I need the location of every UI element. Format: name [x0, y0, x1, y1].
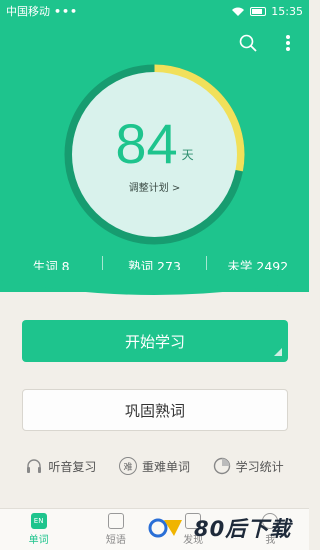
- headphones-icon: [27, 459, 42, 473]
- listen-review-label: 听音复习: [48, 459, 97, 474]
- site-watermark: 80后下载: [148, 512, 298, 544]
- battery-icon: [250, 6, 267, 16]
- words-tab-icon: EN: [30, 513, 47, 529]
- status-bar: 中国移动 ••• 15:35: [0, 0, 309, 22]
- nav-tab-words[interactable]: EN 单词: [0, 509, 77, 550]
- review-familiar-label: 巩固熟词: [124, 401, 185, 420]
- study-stats-label: 学习统计: [235, 459, 284, 474]
- more-menu-icon[interactable]: [277, 32, 299, 54]
- plan-hero: 84 天 调整计划 > 生词 8 熟词 273 未学 2492: [0, 22, 309, 292]
- hero-curve: [0, 270, 309, 295]
- nav-tab-phrases-label: 短语: [105, 535, 126, 546]
- corner-triangle-icon: [274, 348, 282, 356]
- review-familiar-button[interactable]: 巩固熟词: [22, 389, 288, 431]
- hard-words-icon: 难: [118, 457, 137, 475]
- nav-tab-words-label: 单词: [28, 535, 49, 546]
- watermark-logo-icon: [148, 518, 182, 538]
- watermark-text: 80后下载: [194, 517, 292, 541]
- carrier-name: 中国移动: [6, 5, 50, 18]
- study-stats-tool[interactable]: 学习统计: [213, 457, 284, 475]
- notification-dots: •••: [54, 4, 79, 18]
- tools-row: 听音复习 难 重难单词 学习统计: [0, 457, 309, 475]
- start-learning-button[interactable]: 开始学习: [22, 320, 288, 362]
- stats-clock-icon: [213, 457, 230, 475]
- wifi-icon: [232, 7, 245, 16]
- nav-tab-phrases[interactable]: 短语: [77, 509, 154, 550]
- phrases-tab-icon: [107, 513, 124, 529]
- plan-summary: 84 天 调整计划 >: [72, 72, 237, 237]
- days-unit: 天: [181, 148, 194, 162]
- hard-words-label: 重难单词: [141, 459, 190, 474]
- clock: 15:35: [271, 4, 303, 18]
- hard-words-tool[interactable]: 难 重难单词: [118, 457, 190, 475]
- listen-review-tool[interactable]: 听音复习: [25, 457, 96, 475]
- search-icon[interactable]: [237, 32, 259, 54]
- days-remaining: 84: [115, 112, 178, 175]
- progress-ring[interactable]: 84 天 调整计划 >: [62, 62, 247, 247]
- adjust-plan-link[interactable]: 调整计划 >: [129, 179, 181, 194]
- start-learning-label: 开始学习: [124, 332, 185, 351]
